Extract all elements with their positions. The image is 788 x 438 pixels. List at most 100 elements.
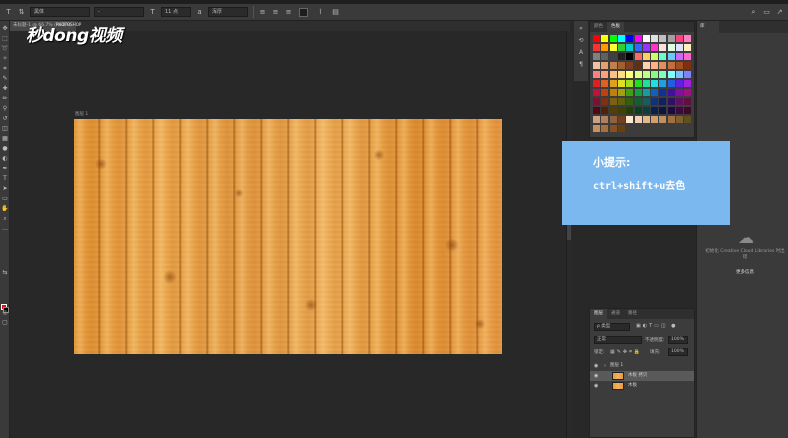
color-swatch[interactable] xyxy=(634,98,642,105)
color-swatch[interactable] xyxy=(659,44,667,51)
color-swatch[interactable] xyxy=(593,125,600,132)
color-swatch[interactable] xyxy=(659,89,667,96)
color-swatch[interactable] xyxy=(601,89,609,96)
color-swatch[interactable] xyxy=(601,71,609,78)
color-swatch[interactable] xyxy=(667,107,675,114)
color-swatch[interactable] xyxy=(651,62,659,69)
visibility-eye-icon[interactable]: ◉ xyxy=(594,371,601,381)
color-swatch[interactable] xyxy=(659,35,667,42)
color-swatch[interactable] xyxy=(676,44,683,51)
color-swatch[interactable] xyxy=(601,62,609,69)
more-tools-icon[interactable]: … xyxy=(1,225,9,233)
color-swatch[interactable] xyxy=(593,44,600,51)
color-swatch[interactable] xyxy=(609,125,617,132)
stamp-tool-icon[interactable]: ⚲ xyxy=(1,105,9,113)
character-panel-icon[interactable]: ▤ xyxy=(331,8,340,17)
color-swatch[interactable] xyxy=(651,35,659,42)
color-swatch[interactable] xyxy=(684,71,692,78)
color-swatch[interactable] xyxy=(593,71,600,78)
tab-color[interactable]: 颜色 xyxy=(590,22,607,32)
font-style-select[interactable]: - xyxy=(94,7,144,17)
color-swatch[interactable] xyxy=(642,116,650,123)
color-swatch[interactable] xyxy=(593,98,600,105)
color-swatch[interactable] xyxy=(667,80,675,87)
tab-swatches[interactable]: 色板 xyxy=(607,22,624,32)
color-swatch[interactable] xyxy=(617,116,625,123)
color-swatch[interactable] xyxy=(626,44,634,51)
color-swatch[interactable] xyxy=(684,62,692,69)
color-swatch[interactable] xyxy=(601,80,609,87)
color-swatch[interactable] xyxy=(651,89,659,96)
type-tool-icon[interactable]: T xyxy=(1,175,9,183)
blend-mode-select[interactable]: 正常 xyxy=(594,336,642,344)
color-swatch[interactable] xyxy=(593,116,600,123)
color-swatch[interactable] xyxy=(634,107,642,114)
color-swatch[interactable] xyxy=(617,80,625,87)
workspace-icon[interactable]: ▭ xyxy=(762,8,771,17)
zoom-tool-icon[interactable]: ⌕ xyxy=(1,215,9,223)
color-swatch[interactable] xyxy=(684,89,692,96)
font-size-select[interactable]: 11 点 xyxy=(161,7,191,17)
color-swatch[interactable] xyxy=(626,80,634,87)
color-swatch[interactable] xyxy=(676,71,683,78)
color-swatch[interactable] xyxy=(642,44,650,51)
color-swatch[interactable] xyxy=(684,35,692,42)
color-swatch[interactable] xyxy=(617,44,625,51)
eyedropper-tool-icon[interactable]: ✎ xyxy=(1,75,9,83)
color-swatch[interactable] xyxy=(659,107,667,114)
color-swatch[interactable] xyxy=(642,62,650,69)
crop-tool-icon[interactable]: ⌗ xyxy=(1,65,9,73)
color-swatch[interactable] xyxy=(659,62,667,69)
color-swatch[interactable] xyxy=(684,80,692,87)
eraser-tool-icon[interactable]: ◫ xyxy=(1,125,9,133)
tab-channels[interactable]: 通道 xyxy=(607,309,624,319)
pen-tool-icon[interactable]: ✒ xyxy=(1,165,9,173)
color-swatch[interactable] xyxy=(676,80,683,87)
visibility-eye-icon[interactable]: ◉ xyxy=(594,381,601,391)
color-swatch[interactable] xyxy=(593,107,600,114)
opacity-field[interactable]: 100% xyxy=(668,336,688,344)
tab-paths[interactable]: 路径 xyxy=(624,309,641,319)
color-swatch[interactable] xyxy=(593,62,600,69)
color-swatch[interactable] xyxy=(617,98,625,105)
share-icon[interactable]: ↗ xyxy=(775,8,784,17)
character-icon[interactable]: A xyxy=(577,49,585,57)
color-swatch[interactable] xyxy=(609,71,617,78)
color-swatch[interactable] xyxy=(659,80,667,87)
fill-field[interactable]: 100% xyxy=(668,348,688,356)
antialias-select[interactable]: 浑厚 xyxy=(208,7,248,17)
history-brush-icon[interactable]: ↺ xyxy=(1,115,9,123)
more-info-link[interactable]: 更多信息 xyxy=(725,269,765,275)
color-swatch[interactable] xyxy=(634,89,642,96)
lock-icons[interactable]: ▦✎✥⌗🔒 xyxy=(610,349,642,355)
color-swatch[interactable] xyxy=(601,107,609,114)
align-left-icon[interactable]: ≡ xyxy=(258,8,267,17)
color-swatch[interactable] xyxy=(634,53,642,60)
color-swatch[interactable] xyxy=(651,107,659,114)
color-swatch[interactable] xyxy=(609,44,617,51)
collapse-arrow-icon[interactable]: › xyxy=(604,361,606,371)
search-icon[interactable]: ⌕ xyxy=(749,8,758,17)
color-swatch[interactable] xyxy=(593,89,600,96)
color-swatch[interactable] xyxy=(642,80,650,87)
color-swatch[interactable] xyxy=(642,71,650,78)
color-swatch[interactable] xyxy=(659,71,667,78)
color-swatch[interactable] xyxy=(601,98,609,105)
color-swatch[interactable] xyxy=(601,53,609,60)
color-swatch[interactable] xyxy=(642,53,650,60)
color-swatch[interactable] xyxy=(601,35,609,42)
visibility-eye-icon[interactable]: ◉ xyxy=(594,361,601,371)
color-swatch[interactable] xyxy=(617,107,625,114)
color-swatch[interactable] xyxy=(634,116,642,123)
type-tool-icon[interactable]: T xyxy=(4,8,13,17)
dodge-tool-icon[interactable]: ◐ xyxy=(1,155,9,163)
layer-filter-icons[interactable]: ▣◐T▭◫ ● xyxy=(636,323,678,329)
screen-mode-icon[interactable]: ▢ xyxy=(1,319,9,327)
color-swatch[interactable] xyxy=(676,89,683,96)
color-swatch[interactable] xyxy=(617,62,625,69)
color-swatch[interactable] xyxy=(684,53,692,60)
color-swatch[interactable] xyxy=(684,44,692,51)
color-swatch[interactable] xyxy=(667,62,675,69)
color-swatch[interactable] xyxy=(676,107,683,114)
color-swatch[interactable] xyxy=(676,53,683,60)
